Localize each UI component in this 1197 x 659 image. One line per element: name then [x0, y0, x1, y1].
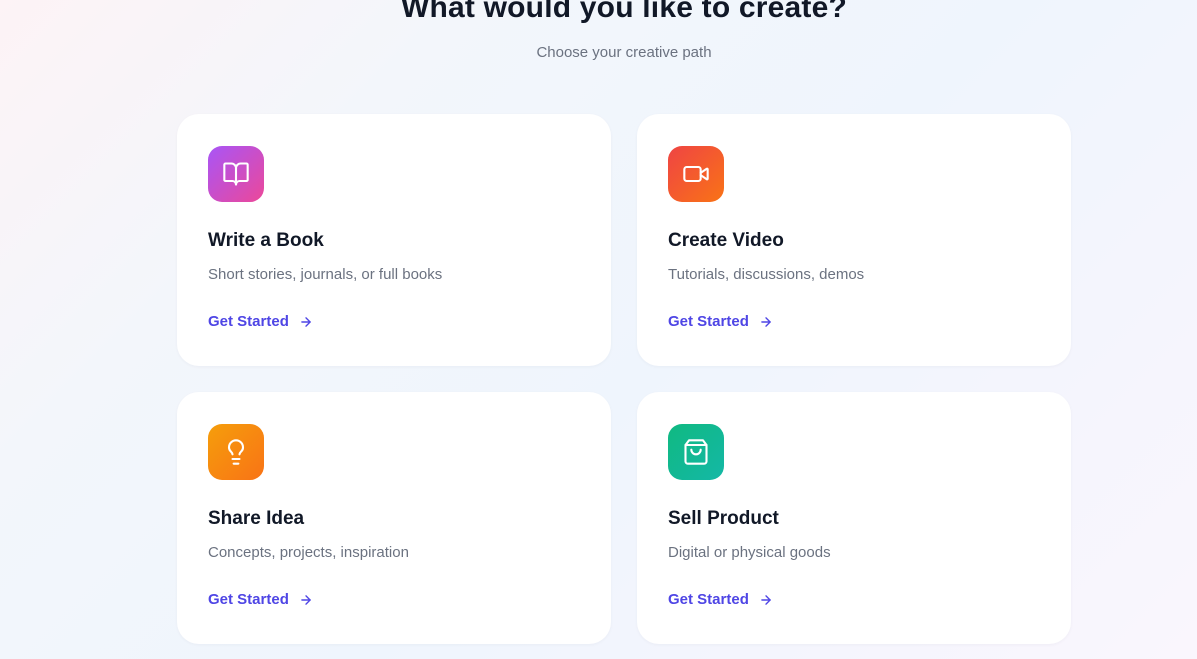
- page-subtitle: Choose your creative path: [536, 44, 712, 61]
- get-started-link[interactable]: Get Started: [668, 591, 773, 608]
- card-title: Create Video: [668, 230, 784, 251]
- card-share-idea[interactable]: Share Idea Concepts, projects, inspirati…: [177, 392, 611, 644]
- lightbulb-icon: [208, 424, 264, 480]
- card-title: Write a Book: [208, 230, 324, 251]
- get-started-link[interactable]: Get Started: [208, 591, 313, 608]
- shopping-bag-icon: [668, 424, 724, 480]
- arrow-right-icon: [301, 316, 311, 327]
- card-description: Digital or physical goods: [668, 544, 831, 561]
- get-started-label: Get Started: [668, 591, 749, 608]
- get-started-label: Get Started: [668, 313, 749, 330]
- get-started-link[interactable]: Get Started: [668, 313, 773, 330]
- book-open-icon: [208, 146, 264, 202]
- card-create-video[interactable]: Create Video Tutorials, discussions, dem…: [637, 114, 1071, 366]
- arrow-right-icon: [301, 594, 311, 605]
- card-sell-product[interactable]: Sell Product Digital or physical goods G…: [637, 392, 1071, 644]
- card-title: Sell Product: [668, 508, 779, 529]
- card-title: Share Idea: [208, 508, 305, 529]
- get-started-link[interactable]: Get Started: [208, 313, 313, 330]
- arrow-right-icon: [761, 316, 771, 327]
- card-description: Short stories, journals, or full books: [208, 266, 443, 283]
- card-description: Concepts, projects, inspiration: [208, 544, 409, 561]
- video-camera-icon: [668, 146, 724, 202]
- get-started-label: Get Started: [208, 591, 289, 608]
- card-description: Tutorials, discussions, demos: [668, 266, 865, 283]
- page-title: What would you like to create?: [400, 0, 848, 24]
- get-started-label: Get Started: [208, 313, 289, 330]
- arrow-right-icon: [761, 594, 771, 605]
- card-write-book[interactable]: Write a Book Short stories, journals, or…: [177, 114, 611, 366]
